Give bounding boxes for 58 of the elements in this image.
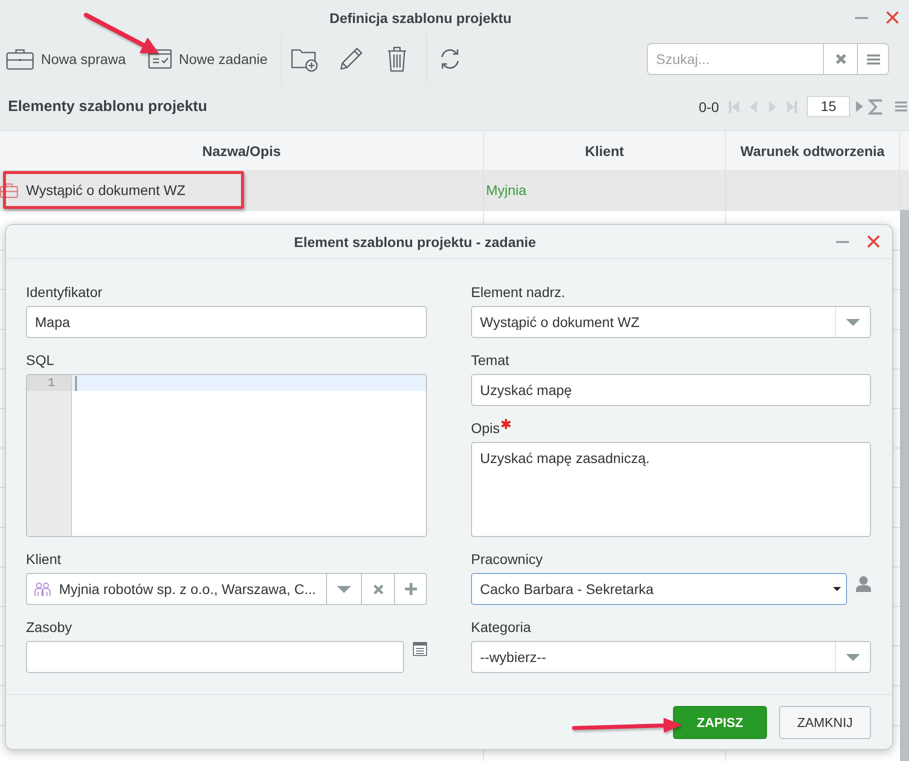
client-field[interactable]: Myjnia robotów sp. z o.o., Warszawa, C... <box>26 573 326 605</box>
caret-right-icon[interactable] <box>856 101 863 112</box>
person-icon[interactable] <box>856 576 871 592</box>
page-range: 0-0 <box>698 98 719 114</box>
close-icon[interactable] <box>886 11 899 24</box>
dropdown[interactable]: Wystąpić o dokument WZ <box>471 306 871 338</box>
menu-icon[interactable] <box>866 54 880 64</box>
field-label: Element nadrz. <box>471 284 566 300</box>
field-label: Opis <box>471 420 500 436</box>
task-list-icon[interactable] <box>148 49 172 69</box>
dropdown[interactable]: --wybierz-- <box>471 641 871 673</box>
section-title: Elementy szablonu projektu <box>8 98 208 115</box>
caret-down-icon[interactable] <box>833 587 841 591</box>
people-icon <box>34 582 51 596</box>
pencil-icon[interactable] <box>338 47 363 71</box>
trash-icon[interactable] <box>386 46 407 72</box>
refresh-icon[interactable] <box>438 48 461 70</box>
field-label: SQL <box>26 352 54 368</box>
list-icon[interactable] <box>413 642 427 656</box>
line-number: 1 <box>27 375 71 391</box>
page-size-field[interactable]: 15 <box>807 96 850 117</box>
menu-button[interactable] <box>857 43 889 75</box>
clear-icon[interactable] <box>834 53 846 65</box>
new-task-button[interactable]: Nowe zadanie <box>142 41 275 77</box>
dropdown-button[interactable] <box>326 573 361 605</box>
field-label: Zasoby <box>26 619 72 635</box>
clear-button[interactable] <box>361 573 394 605</box>
field-label: Pracownicy <box>471 551 543 567</box>
new-case-button[interactable]: Nowa sprawa <box>0 41 133 77</box>
text-area[interactable]: Uzyskać mapę zasadniczą. <box>471 442 871 537</box>
window-title: Definicja szablonu projektu <box>329 10 512 26</box>
close-icon[interactable] <box>867 235 880 248</box>
save-button[interactable]: ZAPISZ <box>673 706 767 738</box>
input-field[interactable] <box>26 641 404 673</box>
briefcase-icon <box>0 182 18 198</box>
briefcase-icon[interactable] <box>6 48 34 70</box>
plus-icon[interactable] <box>404 583 416 595</box>
field-label: Temat <box>471 352 510 368</box>
minimize-icon[interactable] <box>855 16 868 18</box>
dialog-title: Element szablonu projektu - zadanie <box>294 234 536 250</box>
field-label: Kategoria <box>471 619 531 635</box>
scrollbar[interactable] <box>900 210 909 761</box>
sum-icon[interactable] <box>868 98 883 114</box>
minimize-icon[interactable] <box>836 240 849 242</box>
table-cell: Wystąpić o dokument WZ <box>26 182 186 198</box>
clear-icon[interactable] <box>372 584 384 594</box>
dropdown[interactable]: Cacko Barbara - Sekretarka <box>471 573 847 605</box>
menu-icon[interactable] <box>895 101 907 112</box>
text-field[interactable]: Uzyskać mapę <box>471 374 871 406</box>
clear-button[interactable] <box>823 43 857 75</box>
add-button[interactable] <box>394 573 427 605</box>
close-dialog-button[interactable]: ZAMKNIJ <box>779 706 871 738</box>
search-field[interactable]: Szukaj... <box>647 43 823 75</box>
text-field[interactable]: Mapa <box>26 306 427 338</box>
field-label: Identyfikator <box>26 284 102 300</box>
cursor-icon <box>75 376 77 390</box>
field-label: Klient <box>26 551 62 567</box>
folder-add-icon[interactable] <box>291 46 318 72</box>
